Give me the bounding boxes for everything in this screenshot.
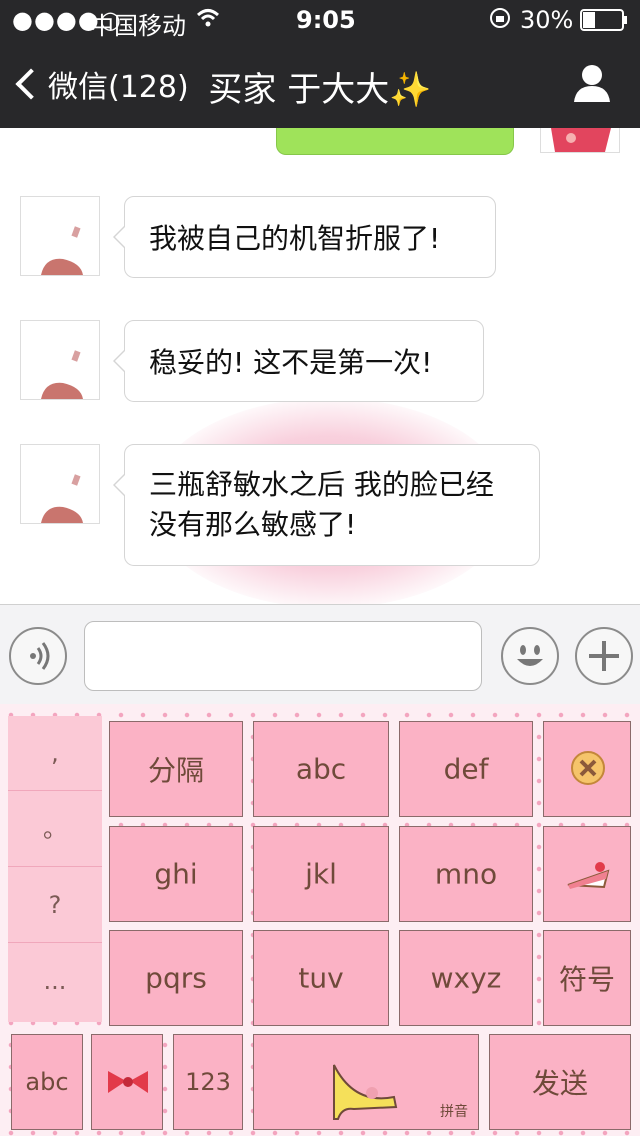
- emoji-icon: [517, 645, 543, 666]
- sent-message-bubble[interactable]: [276, 128, 514, 155]
- avatar[interactable]: [20, 444, 100, 524]
- emoji-button[interactable]: [501, 627, 559, 685]
- delete-icon: [571, 751, 605, 785]
- key-wxyz[interactable]: wxyz: [399, 930, 533, 1026]
- received-message-bubble[interactable]: 稳妥的! 这不是第一次!: [113, 320, 484, 402]
- key-abc-mode[interactable]: abc: [11, 1034, 83, 1130]
- clock: 9:05: [296, 6, 356, 34]
- more-button[interactable]: [575, 627, 633, 685]
- chat-title: 买家 于大大✨: [208, 70, 432, 110]
- delete-key[interactable]: [543, 721, 631, 817]
- received-message-bubble[interactable]: 三瓶舒敏水之后 我的脸已经没有那么敏感了!: [113, 444, 540, 566]
- battery-icon: [580, 9, 628, 37]
- avatar[interactable]: [20, 196, 100, 276]
- space-key-sublabel: 拼音: [440, 1104, 468, 1120]
- cake-icon: [567, 862, 610, 889]
- key-mno[interactable]: mno: [399, 826, 533, 922]
- message-text: 我被自己的机智折服了!: [149, 222, 441, 255]
- punct-key-question[interactable]: ?: [8, 868, 102, 943]
- bow-emoji-key[interactable]: [91, 1034, 163, 1130]
- rotation-lock-icon: [488, 6, 512, 36]
- voice-button[interactable]: [9, 627, 67, 685]
- chat-area[interactable]: 我被自己的机智折服了! 稳妥的! 这不是第一次! 三瓶舒敏水之后 我的脸已经没有…: [0, 128, 640, 604]
- wifi-icon: [196, 6, 220, 34]
- key-pqrs[interactable]: pqrs: [109, 930, 243, 1026]
- status-bar: ●●●●○ 中国移动 9:05 30%: [0, 0, 640, 40]
- message-text: 三瓶舒敏水之后 我的脸已经没有那么敏感了!: [149, 468, 494, 541]
- key-ghi[interactable]: ghi: [109, 826, 243, 922]
- emoji-key[interactable]: [543, 826, 631, 922]
- punct-key-period[interactable]: 。: [8, 792, 102, 867]
- symbol-key[interactable]: 符号: [543, 930, 631, 1026]
- my-avatar[interactable]: [540, 128, 620, 153]
- key-def[interactable]: def: [399, 721, 533, 817]
- avatar[interactable]: [20, 320, 100, 400]
- carrier-label: 中国移动: [90, 12, 186, 40]
- message-input[interactable]: [84, 621, 482, 691]
- space-key[interactable]: 拼音: [253, 1034, 479, 1130]
- message-text: 稳妥的! 这不是第一次!: [149, 346, 433, 379]
- send-key[interactable]: 发送: [489, 1034, 631, 1130]
- key-jkl[interactable]: jkl: [253, 826, 389, 922]
- battery-percent: 30%: [520, 6, 574, 34]
- bow-icon: [108, 1071, 148, 1093]
- punctuation-column[interactable]: , 。 ? ...: [8, 716, 102, 1022]
- voice-icon: [30, 642, 50, 670]
- key-separator[interactable]: 分隔: [109, 721, 243, 817]
- contact-info-icon[interactable]: [572, 62, 612, 102]
- key-abc[interactable]: abc: [253, 721, 389, 817]
- plus-icon: [589, 641, 619, 671]
- input-bar: [0, 604, 640, 705]
- nav-bar: 微信(128) 买家 于大大✨: [0, 40, 640, 128]
- punct-key-comma[interactable]: ,: [8, 716, 102, 791]
- punct-key-ellipsis[interactable]: ...: [8, 944, 102, 1018]
- received-message-bubble[interactable]: 我被自己的机智折服了!: [113, 196, 496, 278]
- key-tuv[interactable]: tuv: [253, 930, 389, 1026]
- key-123[interactable]: 123: [173, 1034, 243, 1130]
